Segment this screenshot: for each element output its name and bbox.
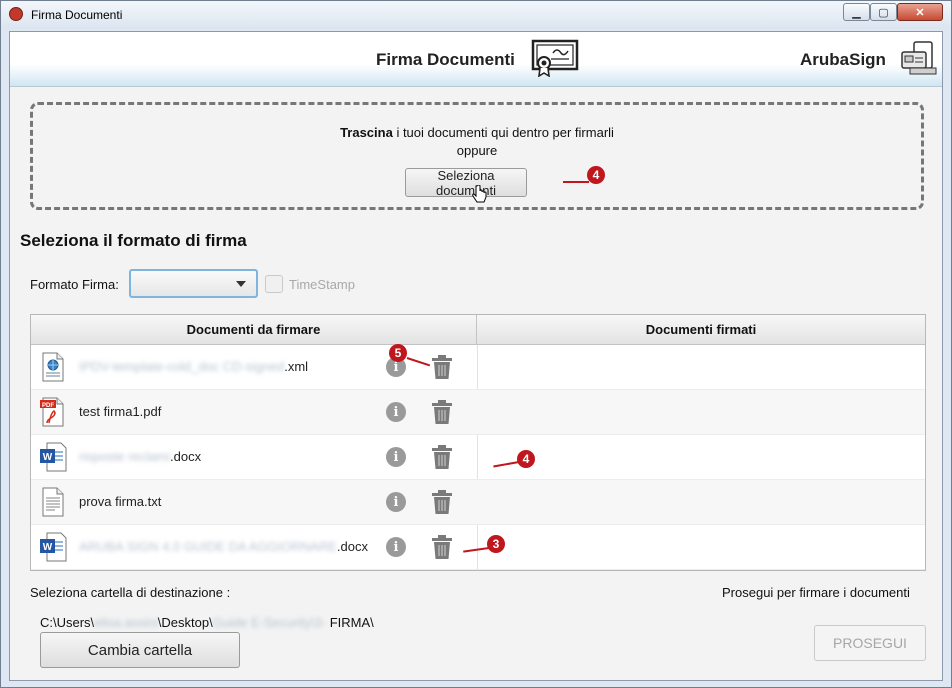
file-name: prova firma.txt — [79, 494, 161, 509]
documents-table: Documenti da firmare Documenti firmati I… — [30, 314, 926, 571]
destination-label: Seleziona cartella di destinazione : — [30, 585, 231, 600]
trash-icon[interactable] — [431, 534, 453, 560]
file-name-visible: test firma1.pdf — [79, 404, 162, 419]
header-documents-to-sign: Documenti da firmare — [31, 315, 477, 345]
window-title: Firma Documenti — [31, 8, 123, 22]
path-part: \Desktop\ — [157, 615, 213, 630]
path-part-redacted: elisa.assini — [94, 615, 158, 630]
file-name-redacted: ARUBA SIGN 4.0 GUIDE DA AGGIORNARE — [79, 539, 337, 554]
path-part: C:\Users\ — [40, 615, 95, 630]
proceed-label: Prosegui per firmare i documenti — [722, 585, 910, 600]
drop-zone[interactable]: Trascina i tuoi documenti qui dentro per… — [30, 102, 924, 210]
header-title: Firma Documenti — [376, 50, 515, 69]
certificate-icon — [531, 39, 579, 77]
file-name-redacted: risposte reclami — [79, 449, 171, 464]
trash-icon[interactable] — [431, 444, 453, 470]
info-icon[interactable]: i — [386, 492, 406, 512]
file-name: test firma1.pdf — [79, 404, 161, 419]
title-bar[interactable]: Firma Documenti ▁ ▢ ✕ — [1, 1, 951, 29]
select-documents-button[interactable]: Seleziona documenti — [405, 168, 527, 198]
chevron-down-icon — [236, 281, 246, 287]
word-file-icon: W — [40, 532, 67, 562]
svg-text:W: W — [43, 452, 53, 463]
file-name: risposte reclami.docx — [79, 449, 201, 464]
drop-instruction: Trascina i tuoi documenti qui dentro per… — [33, 125, 921, 140]
minimize-button[interactable]: ▁ — [843, 3, 870, 21]
annotation-badge: 4 — [587, 166, 605, 184]
pdf-file-icon: PDF — [40, 397, 64, 427]
xml-file-icon — [42, 352, 64, 382]
arubasign-card-icon — [901, 41, 937, 75]
svg-text:PDF: PDF — [42, 403, 54, 409]
drop-instruction-bold: Trascina — [340, 125, 393, 140]
info-icon[interactable]: i — [386, 402, 406, 422]
file-name-visible: .docx — [170, 449, 202, 464]
format-select[interactable] — [129, 269, 258, 298]
timestamp-checkbox[interactable] — [265, 275, 283, 293]
file-name: ARUBA SIGN 4.0 GUIDE DA AGGIORNARE.docx — [79, 539, 368, 554]
path-part: FIRMA\ — [326, 615, 374, 630]
close-button[interactable]: ✕ — [897, 3, 943, 21]
header-signed-documents: Documenti firmati — [477, 315, 925, 345]
annotation-badge: 5 — [389, 344, 407, 362]
trash-icon[interactable] — [431, 354, 453, 380]
maximize-button[interactable]: ▢ — [870, 3, 897, 21]
svg-text:W: W — [43, 542, 53, 553]
client-area: Firma Documenti ArubaSign Trascina i tuo… — [9, 31, 943, 681]
table-row[interactable]: PDF test firma1.pdf i — [31, 390, 925, 435]
info-icon[interactable]: i — [386, 537, 406, 557]
word-file-icon: W — [40, 442, 67, 472]
file-name-visible: .docx — [336, 539, 368, 554]
app-header: Firma Documenti ArubaSign — [10, 32, 942, 87]
path-part-redacted: Guide E-Security\3- — [212, 615, 327, 630]
timestamp-label: TimeStamp — [289, 277, 355, 292]
app-window: Firma Documenti ▁ ▢ ✕ Firma Documenti Ar… — [0, 0, 952, 688]
format-label: Formato Firma: — [30, 277, 119, 292]
brand-name: ArubaSign — [800, 50, 886, 69]
file-name-redacted: IPDV-template-cold_doc CD-signed — [79, 359, 285, 374]
trash-icon[interactable] — [431, 489, 453, 515]
proceed-button[interactable]: PROSEGUI — [814, 625, 926, 661]
change-folder-button[interactable]: Cambia cartella — [40, 632, 240, 668]
table-row[interactable]: W risposte reclami.docx i — [31, 435, 925, 480]
annotation-arrow — [563, 181, 589, 183]
annotation-badge: 3 — [487, 535, 505, 553]
file-name-visible: prova firma.txt — [79, 494, 162, 509]
hand-cursor-icon — [472, 185, 487, 203]
info-icon[interactable]: i — [386, 447, 406, 467]
file-name: IPDV-template-cold_doc CD-signed.xml — [79, 359, 308, 374]
annotation-badge: 4 — [517, 450, 535, 468]
text-file-icon — [42, 487, 64, 517]
trash-icon[interactable] — [431, 399, 453, 425]
table-row[interactable]: IPDV-template-cold_doc CD-signed.xml i — [31, 345, 925, 390]
drop-or-label: oppure — [456, 143, 498, 158]
app-icon — [9, 7, 23, 21]
section-title: Seleziona il formato di firma — [20, 231, 247, 250]
destination-path: C:\Users\elisa.assini\Desktop\Guide E-Se… — [40, 615, 374, 630]
drop-instruction-text: i tuoi documenti qui dentro per firmarli — [392, 125, 614, 140]
table-row[interactable]: prova firma.txt i — [31, 480, 925, 525]
file-name-visible: .xml — [284, 359, 309, 374]
